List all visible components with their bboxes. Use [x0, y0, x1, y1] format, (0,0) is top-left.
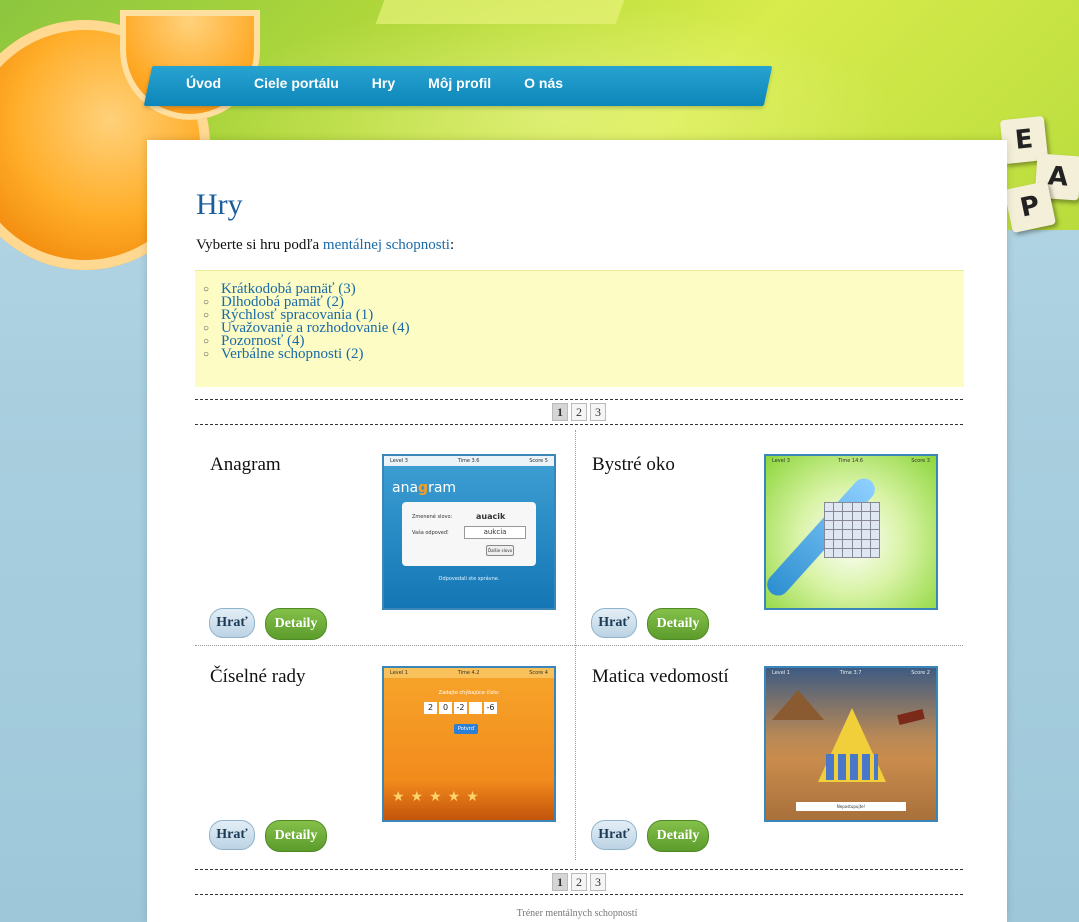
- number-cell: 2: [424, 702, 437, 714]
- pyramid-mountain: [772, 690, 824, 720]
- game-card-bystre-oko: Bystré oko Level 3 Time 14.6 Score 3 Hra…: [577, 430, 957, 640]
- thumb-level: Level 1: [390, 670, 408, 676]
- intro-text: Vyberte si hru podľa mentálnej schopnost…: [196, 237, 454, 254]
- intro-suffix: :: [449, 237, 455, 253]
- game-card-anagram: Anagram Level 3 Time 3.6 Score 5 anagram…: [195, 430, 575, 640]
- play-button[interactable]: Hrať: [209, 608, 255, 638]
- anagram-card: Zmenené slovo: auacik Vaša odpoveď: aukc…: [402, 502, 536, 566]
- thumb-time: Time 4.2: [457, 670, 480, 676]
- game-thumbnail-ciselne-rady[interactable]: Level 1 Time 4.2 Score 4 Zadajte chýbajú…: [382, 666, 556, 822]
- nav-item-ciele-portalu[interactable]: Ciele portálu: [254, 75, 339, 91]
- anagram-logo: anagram: [392, 480, 456, 496]
- number-cell: [469, 702, 482, 714]
- pager-bottom: 1 2 3: [195, 869, 963, 895]
- game-title[interactable]: Bystré oko: [592, 454, 675, 476]
- thumb-status-bar: Level 3 Time 3.6 Score 5: [384, 456, 554, 466]
- logo-part: g: [418, 480, 429, 496]
- page-link-3[interactable]: 3: [590, 873, 606, 891]
- thumb-strip: Nepostupujte!: [796, 802, 906, 811]
- thumb-score: Score 3: [911, 458, 930, 464]
- page-title: Hry: [196, 188, 243, 221]
- page-link-3[interactable]: 3: [590, 403, 606, 421]
- game-card-ciselne-rady: Číselné rady Level 1 Time 4.2 Score 4 Za…: [195, 642, 575, 852]
- game-thumbnail-bystre-oko[interactable]: Level 3 Time 14.6 Score 3: [764, 454, 938, 610]
- logo-part: ram: [428, 480, 457, 496]
- number-cell: -6: [484, 702, 497, 714]
- details-button[interactable]: Detaily: [647, 608, 709, 640]
- nav-item-moj-profil[interactable]: Môj profil: [428, 75, 491, 91]
- page-link-1[interactable]: 1: [552, 403, 568, 421]
- game-thumbnail-anagram[interactable]: Level 3 Time 3.6 Score 5 anagram Zmenené…: [382, 454, 556, 610]
- nav-item-uvod[interactable]: Úvod: [186, 75, 221, 91]
- game-title[interactable]: Číselné rady: [210, 666, 306, 688]
- number-cell: -2: [454, 702, 467, 714]
- game-title[interactable]: Anagram: [210, 454, 281, 476]
- card-pyramid-base: [826, 754, 878, 780]
- thumb-status-bar: Level 3 Time 14.6 Score 3: [766, 456, 936, 466]
- category-list-box: Krátkodobá pamäť (3) Dlhodobá pamäť (2) …: [195, 270, 964, 387]
- thumb-answer: aukcia: [464, 526, 526, 539]
- details-button[interactable]: Detaily: [265, 608, 327, 640]
- category-item[interactable]: Uvažovanie a rozhodovanie (4): [203, 321, 964, 336]
- thumb-score: Score 2: [911, 670, 930, 676]
- nav-item-hry[interactable]: Hry: [372, 75, 395, 91]
- thumb-time: Time 3.7: [839, 670, 862, 676]
- content-panel: Hry Vyberte si hru podľa mentálnej schop…: [147, 140, 1007, 922]
- thumb-time: Time 14.6: [838, 458, 864, 464]
- play-button[interactable]: Hrať: [209, 820, 255, 850]
- nav-item-o-nas[interactable]: O nás: [524, 75, 563, 91]
- star-icons: ★★★★★: [392, 790, 485, 805]
- thumb-label: Zmenené slovo:: [412, 514, 453, 520]
- thumb-score: Score 4: [529, 670, 548, 676]
- thumb-level: Level 1: [772, 670, 790, 676]
- thumb-status-bar: Level 1 Time 4.2 Score 4: [384, 668, 554, 678]
- thumb-time: Time 3.6: [457, 458, 480, 464]
- category-item[interactable]: Verbálne schopnosti (2): [203, 347, 964, 362]
- number-cell: 0: [439, 702, 452, 714]
- logo-part: ana: [392, 480, 419, 496]
- thumb-score: Score 5: [529, 458, 548, 464]
- letter-tile-p: P: [1003, 180, 1057, 234]
- page-link-2[interactable]: 2: [571, 403, 587, 421]
- mental-abilities-link[interactable]: mentálnej schopnosti: [323, 237, 450, 253]
- play-button[interactable]: Hrať: [591, 608, 637, 638]
- banner-stripe: [375, 0, 625, 24]
- thumb-status-bar: Level 1 Time 3.7 Score 2: [766, 668, 936, 678]
- thumb-button: Ďalšie slovo: [486, 545, 514, 556]
- details-button[interactable]: Detaily: [265, 820, 327, 852]
- thumb-message: Odpovedali ste správne.: [438, 576, 500, 582]
- page-link-1[interactable]: 1: [552, 873, 568, 891]
- footer-text: Tréner mentálnych schopností: [516, 908, 638, 919]
- thumb-level: Level 3: [772, 458, 790, 464]
- thumb-level: Level 3: [390, 458, 408, 464]
- game-thumbnail-matica-vedomosti[interactable]: Level 1 Time 3.7 Score 2 Nepostupujte!: [764, 666, 938, 822]
- game-title[interactable]: Matica vedomostí: [592, 666, 729, 688]
- pager-top: 1 2 3: [195, 399, 963, 425]
- thumb-header: Zadajte chýbajúce číslo:: [438, 690, 500, 696]
- intro-prefix: Vyberte si hru podľa: [196, 237, 320, 253]
- category-list: Krátkodobá pamäť (3) Dlhodobá pamäť (2) …: [195, 282, 964, 362]
- page-link-2[interactable]: 2: [571, 873, 587, 891]
- main-nav: Úvod Ciele portálu Hry Môj profil O nás: [148, 66, 596, 106]
- play-button[interactable]: Hrať: [591, 820, 637, 850]
- game-card-matica-vedomosti: Matica vedomostí Level 1 Time 3.7 Score …: [577, 642, 957, 852]
- signpost-icon: [897, 709, 925, 725]
- number-sequence: 2 0 -2 -6: [424, 702, 497, 714]
- symbol-grid: [824, 502, 880, 558]
- details-button[interactable]: Detaily: [647, 820, 709, 852]
- thumb-label: Vaša odpoveď:: [412, 530, 449, 536]
- thumb-word: auacik: [476, 512, 506, 521]
- thumb-button: Potvrď: [454, 724, 478, 734]
